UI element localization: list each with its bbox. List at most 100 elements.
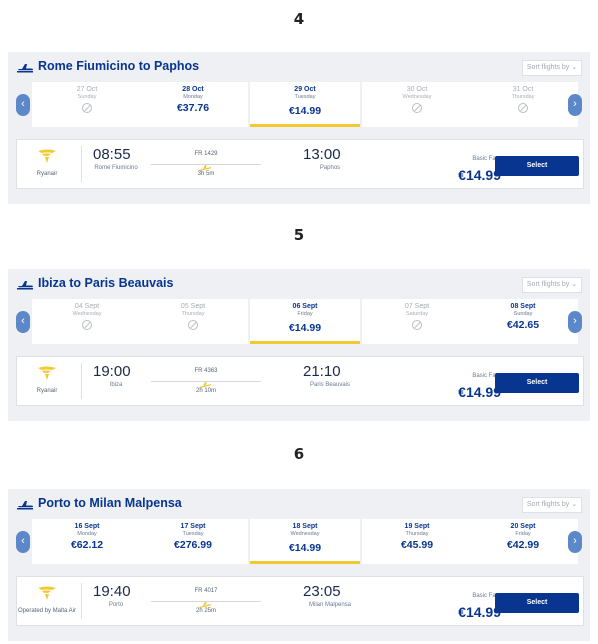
date-tab-weekday: Tuesday: [294, 94, 316, 100]
section-number: 5: [293, 226, 305, 244]
date-tab-price: €14.99: [288, 322, 322, 334]
flight-search-panel: Porto to Milan Malpensa Sort flights by ⌄…: [8, 489, 590, 641]
fare-price: €14.99: [458, 384, 501, 400]
flight-card[interactable]: Ryanair 08:55 Rome Fiumicino FR 1429 3h 5m 13…: [16, 139, 584, 189]
date-tab-weekday: Thursday: [181, 311, 205, 317]
arrival-time: 23:05: [303, 583, 341, 600]
chevron-left-icon[interactable]: ‹: [16, 311, 30, 333]
fare-label: Basic Fare: [472, 373, 501, 379]
chevron-right-icon[interactable]: ›: [568, 531, 582, 553]
date-tab-weekday: Friday: [515, 531, 531, 537]
date-tab-date: 16 Sept: [74, 523, 100, 530]
date-tab-price: €14.99: [288, 542, 322, 554]
plane-icon: [16, 498, 34, 510]
date-carousel: ‹ 04 Sept Wednesday 05 Sept Thursday 06 Sept F…: [16, 299, 582, 344]
airline-name: Ryanair: [36, 388, 58, 394]
section-number: 4: [293, 10, 305, 28]
flight-duration: 2h 25m: [195, 608, 216, 614]
plane-icon: [199, 596, 211, 608]
section-number: 6: [293, 445, 305, 463]
divider: [81, 363, 82, 399]
sort-flights-dropdown[interactable]: Sort flights by ⌄: [522, 497, 582, 513]
date-tab-date: 31 Oct: [512, 86, 534, 93]
date-tab-price: €62.12: [70, 539, 104, 551]
date-tab[interactable]: 28 Oct Monday €37.76: [138, 82, 248, 127]
date-tab[interactable]: 16 Sept Monday €62.12: [32, 519, 142, 564]
flight-duration: 3h 5m: [197, 171, 215, 177]
flight-number: FR 1429: [194, 151, 218, 157]
date-tab-date: 06 Sept: [292, 303, 318, 310]
date-tab-date: 05 Sept: [180, 303, 206, 310]
date-tab-date: 27 Oct: [76, 86, 98, 93]
date-tab[interactable]: 20 Sept Friday €42.99: [468, 519, 578, 564]
flight-number: FR 4017: [194, 588, 218, 594]
date-tab-weekday: Monday: [77, 531, 97, 537]
route-title: Porto to Milan Malpensa: [38, 496, 182, 510]
date-tab[interactable]: 08 Sept Sunday €42.65: [468, 299, 578, 344]
fare-price: €14.99: [458, 167, 501, 183]
airline-name: Ryanair: [36, 171, 58, 177]
divider: [81, 146, 82, 182]
flight-card[interactable]: Operated by Malta Air 19:40 Porto FR 4017 2h…: [16, 576, 584, 626]
date-tab-weekday: Monday: [183, 94, 203, 100]
date-tab-price: €45.99: [400, 539, 434, 551]
flight-card[interactable]: Ryanair 19:00 Ibiza FR 4363 2h 10m 21:10 Paris…: [16, 356, 584, 406]
flight-search-panel: Ibiza to Paris Beauvais Sort flights by ⌄…: [8, 269, 590, 421]
select-button[interactable]: Select: [495, 593, 579, 613]
date-tab[interactable]: 05 Sept Thursday: [138, 299, 248, 344]
select-button[interactable]: Select: [495, 156, 579, 176]
ryanair-harp-logo-icon: [37, 585, 57, 601]
date-tab[interactable]: 19 Sept Thursday €45.99: [362, 519, 472, 564]
date-tab-price: €42.65: [506, 319, 540, 331]
flight-duration: 2h 10m: [195, 388, 216, 394]
date-tab[interactable]: 29 Oct Tuesday €14.99: [250, 82, 360, 127]
chevron-left-icon[interactable]: ‹: [16, 531, 30, 553]
date-tab-date: 29 Oct: [294, 86, 316, 93]
plane-icon: [199, 159, 211, 171]
date-tab-price: €42.99: [506, 539, 540, 551]
date-tab[interactable]: 07 Sept Saturday: [362, 299, 472, 344]
date-tab-weekday: Thursday: [405, 531, 429, 537]
date-tab[interactable]: 27 Oct Sunday: [32, 82, 142, 127]
arrival-city: Paphos: [319, 165, 341, 171]
chevron-right-icon[interactable]: ›: [568, 311, 582, 333]
date-tab-price: €37.76: [176, 102, 210, 114]
date-tab[interactable]: 06 Sept Friday €14.99: [250, 299, 360, 344]
unavailable-icon: [412, 103, 422, 113]
date-tab-weekday: Saturday: [405, 311, 428, 317]
date-tab-date: 28 Oct: [182, 86, 204, 93]
date-tab-date: 30 Oct: [406, 86, 428, 93]
date-tab[interactable]: 31 Oct Thursday: [468, 82, 578, 127]
flight-number: FR 4363: [194, 368, 218, 374]
airline-name: Operated by Malta Air: [17, 608, 77, 614]
chevron-right-icon[interactable]: ›: [568, 94, 582, 116]
date-tab[interactable]: 18 Sept Wednesday €14.99: [250, 519, 360, 564]
plane-icon: [199, 376, 211, 388]
date-tab[interactable]: 30 Oct Wednesday: [362, 82, 472, 127]
arrival-city: Milan Malpensa: [308, 602, 352, 608]
date-tab-date: 08 Sept: [510, 303, 536, 310]
fare-label: Basic Fare: [472, 156, 501, 162]
unavailable-icon: [412, 320, 422, 330]
plane-icon: [16, 278, 34, 290]
fare-price: €14.99: [458, 604, 501, 620]
chevron-left-icon[interactable]: ‹: [16, 94, 30, 116]
departure-city: Rome Fiumicino: [94, 165, 138, 171]
select-button[interactable]: Select: [495, 373, 579, 393]
route-title: Rome Fiumicino to Paphos: [38, 59, 200, 73]
date-tab-weekday: Friday: [297, 311, 313, 317]
date-carousel: ‹ 27 Oct Sunday 28 Oct Monday €37.76 29 Oct Tue…: [16, 82, 582, 127]
departure-time: 08:55: [93, 146, 131, 163]
date-tab-date: 04 Sept: [74, 303, 100, 310]
departure-time: 19:40: [93, 583, 131, 600]
sort-flights-dropdown[interactable]: Sort flights by ⌄: [522, 60, 582, 76]
date-tab-date: 20 Sept: [510, 523, 536, 530]
panel-header: Porto to Milan Malpensa Sort flights by ⌄: [8, 489, 590, 519]
sort-flights-dropdown[interactable]: Sort flights by ⌄: [522, 277, 582, 293]
unavailable-icon: [82, 320, 92, 330]
date-tab-weekday: Wednesday: [402, 94, 432, 100]
date-tab[interactable]: 04 Sept Wednesday: [32, 299, 142, 344]
date-tab-date: 19 Sept: [404, 523, 430, 530]
date-tab[interactable]: 17 Sept Tuesday €276.99: [138, 519, 248, 564]
departure-time: 19:00: [93, 363, 131, 380]
